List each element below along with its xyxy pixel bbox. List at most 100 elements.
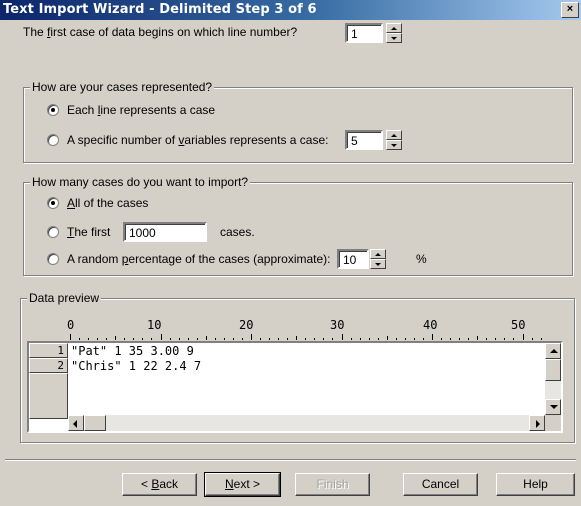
each-line-label-post: ine represents a case (100, 103, 216, 117)
scrollbar-corner (545, 415, 561, 431)
window-title: Text Import Wizard - Delimited Step 3 of… (3, 2, 317, 17)
ruler-tick (513, 338, 515, 340)
spin-down-button[interactable] (386, 33, 402, 43)
ruler-tick (341, 334, 343, 340)
ruler-tick (88, 338, 90, 340)
cases-to-import-legend: How many cases do you want to import? (30, 175, 251, 189)
first-n-cases-suffix: cases. (220, 225, 255, 239)
ruler-tick (323, 338, 325, 340)
data-preview-pane[interactable]: 1 2 "Pat" 1 35 3.00 9 "Chris" 1 22 2.4 7 (27, 341, 563, 433)
ruler-tick (468, 338, 470, 340)
spin-up-button[interactable] (386, 130, 402, 140)
scroll-left-button[interactable] (68, 415, 84, 431)
first-line-number-input[interactable]: 1 (345, 23, 383, 43)
random-percentage-label[interactable]: A random percentage of the cases (approx… (67, 252, 331, 266)
ruler-label: 0 (67, 318, 75, 332)
spin-up-button[interactable] (386, 23, 402, 33)
each-line-radio[interactable] (47, 104, 59, 116)
scroll-up-button[interactable] (545, 343, 561, 359)
cases-represented-group: How are your cases represented? (23, 80, 573, 163)
ruler-tick (241, 338, 243, 340)
ruler-tick (205, 336, 207, 340)
variables-count-spinner[interactable] (386, 130, 402, 150)
finish-button[interactable]: Finish (295, 473, 370, 496)
ruler-tick (305, 338, 307, 340)
specific-variables-radio[interactable] (47, 134, 59, 146)
horizontal-scroll-thumb[interactable] (84, 415, 106, 431)
ruler-tick (495, 338, 497, 340)
spin-up-button[interactable] (370, 249, 386, 259)
row-number: 2 (29, 358, 68, 373)
random-percentage-label-post: ercentage of the cases (approximate): (128, 252, 331, 266)
random-percentage-radio[interactable] (47, 253, 59, 265)
ruler-tick (214, 338, 216, 340)
ruler-tick (70, 334, 71, 340)
column-ruler[interactable]: 0 10 20 30 40 50 (67, 318, 547, 340)
back-button-pre: < (140, 477, 152, 491)
random-percentage-spinner[interactable] (370, 249, 386, 269)
ruler-tick (251, 334, 252, 340)
close-icon[interactable]: × (561, 2, 579, 18)
ruler-tick (115, 336, 117, 340)
ruler-tick (151, 338, 153, 340)
ruler-tick (287, 338, 289, 340)
variables-count-input[interactable]: 5 (345, 130, 383, 150)
ruler-tick (106, 338, 108, 340)
all-cases-radio[interactable] (47, 197, 59, 209)
ruler-label: 20 (239, 318, 254, 332)
back-button[interactable]: < Back (122, 473, 197, 496)
title-bar[interactable]: Text Import Wizard - Delimited Step 3 of… (0, 0, 581, 20)
first-line-label-post: irst case of data begins on which line n… (50, 25, 298, 39)
spin-down-button[interactable] (370, 259, 386, 269)
next-button[interactable]: Next > (204, 472, 281, 497)
row-number-empty (29, 373, 68, 419)
ruler-tick (377, 338, 379, 340)
vertical-scroll-thumb[interactable] (545, 359, 561, 381)
ruler-label: 10 (147, 318, 162, 332)
specific-variables-label[interactable]: A specific number of variables represent… (67, 133, 328, 147)
cancel-button[interactable]: Cancel (403, 473, 478, 496)
ruler-label: 30 (330, 318, 345, 332)
each-line-label-pre: Each (67, 103, 98, 117)
percent-sign: % (416, 252, 427, 266)
ruler-tick (169, 338, 171, 340)
ruler-tick (133, 338, 135, 340)
ruler-tick (404, 338, 406, 340)
vertical-scrollbar[interactable] (545, 343, 561, 415)
ruler-tick (459, 338, 461, 340)
ruler-tick (196, 338, 198, 340)
ruler-tick (187, 338, 189, 340)
ruler-tick (124, 338, 126, 340)
scroll-down-button[interactable] (545, 399, 561, 415)
ruler-tick (142, 338, 144, 340)
scroll-right-button[interactable] (529, 415, 545, 431)
ruler-tick (422, 338, 424, 340)
ruler-tick (432, 334, 433, 340)
ruler-tick (368, 338, 370, 340)
first-n-cases-input[interactable]: 1000 (123, 222, 207, 242)
first-n-cases-label[interactable]: The first (67, 225, 110, 239)
ruler-tick (450, 338, 452, 340)
text-import-wizard-dialog: Text Import Wizard - Delimited Step 3 of… (0, 0, 581, 506)
each-line-label[interactable]: Each line represents a case (67, 103, 215, 117)
all-cases-label[interactable]: All of the cases (67, 196, 148, 210)
spin-down-button[interactable] (386, 140, 402, 150)
help-button[interactable]: Help (496, 473, 575, 496)
preview-row: "Chris" 1 22 2.4 7 (71, 359, 202, 373)
first-n-cases-radio[interactable] (47, 226, 59, 238)
ruler-tick (413, 338, 415, 340)
ruler-tick (441, 338, 443, 340)
ruler-tick (531, 338, 533, 340)
row-number-column: 1 2 (29, 343, 68, 419)
first-n-cases-label-post: he first (74, 225, 111, 239)
ruler-tick (350, 338, 352, 340)
back-button-post: ack (159, 477, 179, 491)
button-separator (5, 459, 576, 461)
next-button-accel: N (224, 477, 234, 491)
ruler-tick (178, 338, 180, 340)
first-line-spinner[interactable] (386, 23, 402, 43)
horizontal-scrollbar[interactable] (68, 415, 545, 431)
random-percentage-input[interactable]: 10 (337, 249, 369, 269)
next-button-post: ext > (233, 477, 261, 491)
ruler-tick (522, 334, 524, 340)
